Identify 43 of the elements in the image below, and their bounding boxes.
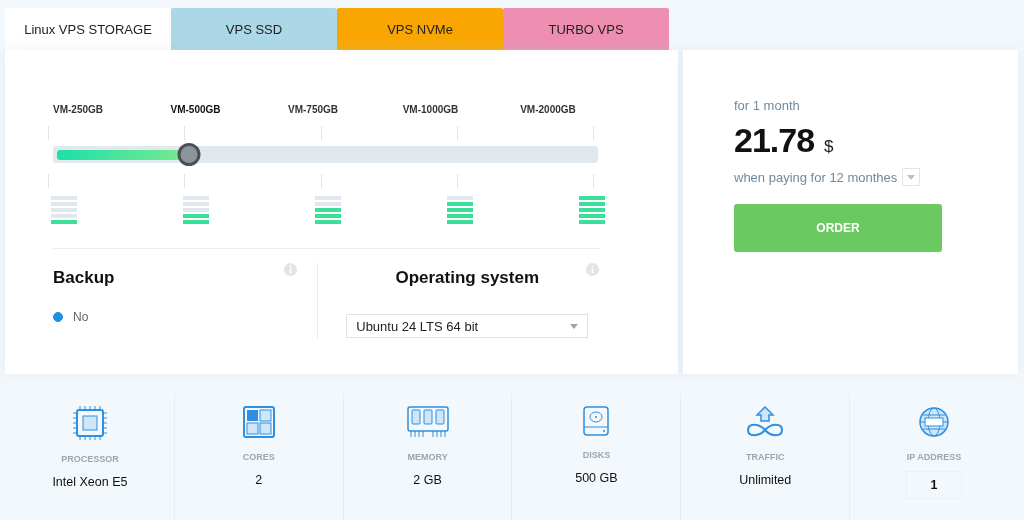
payment-term: when paying for 12 monthes	[734, 169, 898, 185]
plan-label[interactable]: VM-250GB	[33, 104, 123, 115]
globe-icon	[918, 406, 951, 439]
spec-value: 2	[255, 473, 263, 488]
tab[interactable]: Linux VPS STORAGE	[5, 8, 171, 50]
spec-label: PROCESSOR	[61, 454, 119, 465]
price-amount: 21.78	[734, 121, 815, 160]
slider-thumb[interactable]	[177, 143, 201, 166]
radio-label[interactable]: No	[73, 310, 89, 324]
backup-heading: Backup	[53, 268, 115, 288]
os-select[interactable]: Ubuntu 24 LTS 64 bit	[346, 314, 589, 338]
plan-label[interactable]: VM-500GB	[150, 104, 241, 115]
plan-slider[interactable]	[53, 146, 598, 163]
os-heading: Operating system	[395, 268, 540, 288]
hard-drive-icon	[583, 406, 610, 437]
spec-label: MEMORY	[407, 452, 448, 463]
info-icon[interactable]	[586, 263, 599, 276]
memory-module-icon	[406, 406, 449, 439]
spec-label: DISKS	[582, 450, 611, 461]
tab[interactable]: VPS NVMe	[337, 8, 503, 50]
spec-label: IP ADDRESS	[906, 452, 962, 463]
tab[interactable]: TURBO VPS	[503, 8, 669, 50]
spec-value: 500 GB	[575, 471, 618, 486]
spec-value: Intel Xeon E5	[52, 475, 128, 490]
tab[interactable]: VPS SSD	[171, 8, 337, 50]
plan-label[interactable]: VM-2000GB	[503, 104, 593, 115]
cores-icon	[242, 406, 275, 439]
currency-sign: $	[824, 137, 834, 157]
quantity-field[interactable]: 1	[906, 471, 963, 500]
term-dropdown[interactable]	[902, 168, 921, 186]
spec-label: CORES	[242, 452, 275, 463]
spec-value: Unlimited	[739, 473, 792, 488]
plan-label[interactable]: VM-750GB	[268, 104, 358, 115]
spec-label: TRAFFIC	[745, 452, 785, 463]
caret-icon	[570, 323, 579, 329]
price-period: for 1 month	[734, 98, 801, 113]
chip-icon	[71, 406, 108, 441]
infinity-upload-icon	[745, 406, 786, 439]
info-icon[interactable]	[283, 263, 297, 276]
spec-value: 2 GB	[413, 473, 442, 488]
caret-icon	[907, 174, 916, 180]
plan-label[interactable]: VM-1000GB	[385, 104, 476, 115]
radio-dot[interactable]	[53, 312, 63, 322]
